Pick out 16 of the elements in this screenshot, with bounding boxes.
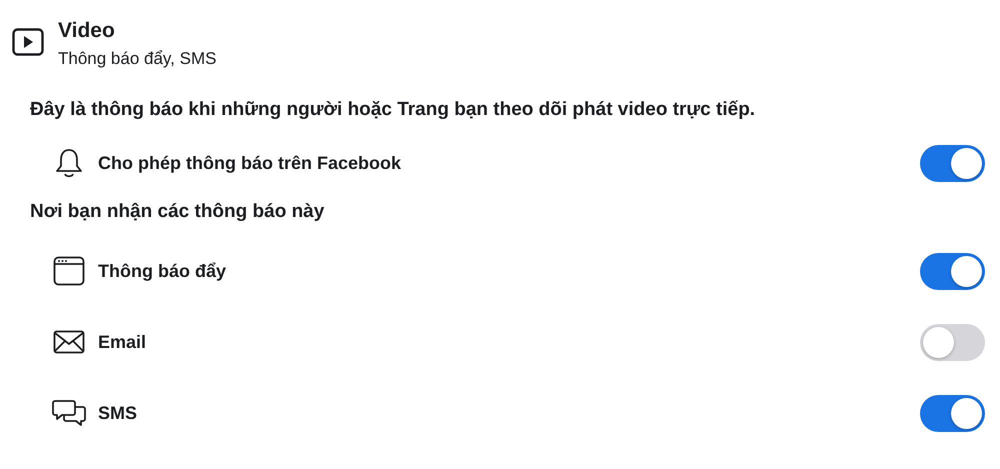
setting-label: Email [98,332,148,352]
chat-bubbles-icon [52,398,86,428]
description-text: Đây là thông báo khi những người hoặc Trang bạn theo dõi phát video trực tiếp. [30,98,756,122]
envelope-icon [52,330,86,354]
toggle-switch[interactable] [920,252,985,290]
setting-label: Cho phép thông báo trên Facebook [98,152,402,174]
section-heading: Nơi bạn nhận các thông báo này [30,200,326,224]
setting-label: Thông báo đẩy [98,260,227,282]
toggle-switch[interactable] [920,324,985,360]
toggle-switch[interactable] [920,144,985,182]
video-icon [12,28,44,56]
section-title: Video [58,18,116,44]
browser-window-icon [52,256,86,286]
toggle-switch[interactable] [920,394,985,432]
section-subtitle: Thông báo đẩy, SMS [58,48,216,70]
setting-label: SMS [98,402,138,424]
